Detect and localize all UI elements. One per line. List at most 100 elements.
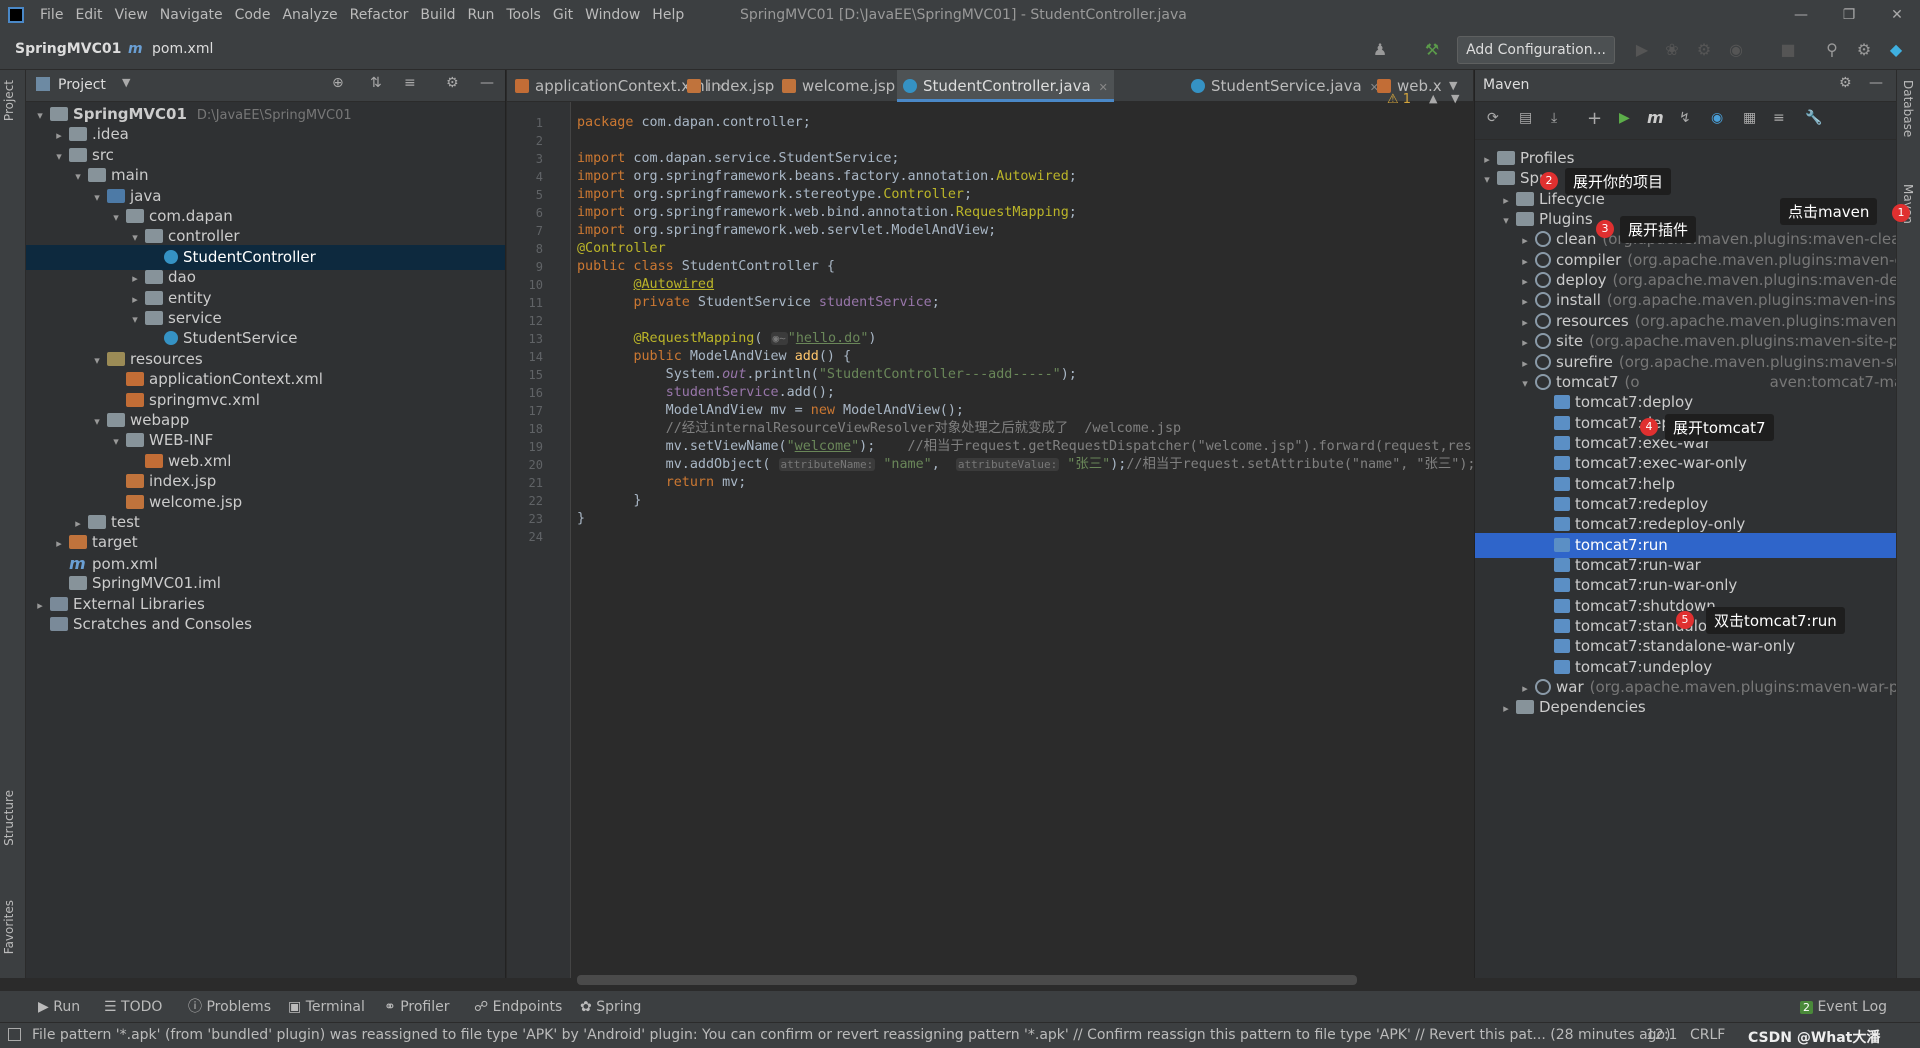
code-line[interactable]: package com.dapan.controller; — [577, 112, 811, 134]
add-configuration-button[interactable]: Add Configuration... — [1457, 36, 1615, 64]
profile-icon[interactable]: ◉ — [1724, 38, 1748, 62]
build-hammer-icon[interactable]: ⚒ — [1420, 38, 1444, 62]
menu-edit[interactable]: Edit — [69, 0, 108, 30]
gear-icon[interactable]: ⚙ — [446, 75, 459, 91]
breadcrumb-file[interactable]: pom.xml — [152, 41, 213, 57]
toggle-offline-icon[interactable]: ↯ — [1679, 110, 1691, 126]
hide-icon[interactable]: — — [480, 75, 494, 91]
line-number: 7 — [535, 224, 543, 238]
add-icon[interactable]: + — [1587, 108, 1602, 129]
status-toggle-icon[interactable] — [8, 1028, 21, 1041]
tab-welcome-jsp[interactable]: welcome.jsp✕ — [782, 70, 912, 102]
collapse-all-icon[interactable]: ≡ — [404, 75, 416, 91]
coverage-icon[interactable]: ⚙ — [1692, 38, 1716, 62]
debug-icon[interactable]: ❀ — [1660, 38, 1684, 62]
editor-tabs: applicationContext.xml ✕ index.jsp✕ welco… — [507, 70, 1473, 102]
menu-help[interactable]: Help — [646, 0, 690, 30]
menu-git[interactable]: Git — [547, 0, 579, 30]
next-highlight-icon[interactable]: ▼ — [1451, 92, 1459, 105]
maven-item-coordinates: (org.apache.maven.plugins:maven-deplo — [1612, 271, 1898, 290]
expand-all-icon[interactable]: ⇅ — [370, 75, 382, 91]
settings-gear-icon[interactable]: ⚙ — [1852, 38, 1876, 62]
caret-position[interactable]: 12:1 — [1646, 1027, 1677, 1043]
add-folder-icon[interactable]: ▤ — [1519, 110, 1532, 126]
show-dependencies-icon[interactable]: ▦ — [1743, 110, 1756, 126]
collapse-all-icon[interactable]: ≡ — [1773, 110, 1785, 126]
collapsed-arrow-icon[interactable]: ▸ — [1500, 696, 1512, 720]
maven-item-coordinates: (org.apache.maven.plugins:maven-reso — [1634, 311, 1897, 330]
run-maven-icon[interactable]: ▶ — [1619, 110, 1630, 126]
gear-icon[interactable]: ⚙ — [1839, 75, 1852, 91]
download-icon[interactable]: ⤓ — [1551, 110, 1557, 126]
stop-icon[interactable]: ■ — [1776, 38, 1800, 62]
problems-tool-tab[interactable]: ⓘ Problems — [188, 991, 271, 1023]
code-line[interactable]: } — [577, 490, 641, 512]
run-tool-tab[interactable]: ▶ Run — [38, 991, 80, 1023]
line-number: 12 — [528, 314, 543, 328]
tab-label: StudentController.java — [923, 77, 1091, 95]
event-log-tool-tab[interactable]: 2 Event Log — [1800, 991, 1887, 1024]
breadcrumb-project[interactable]: SpringMVC01 — [15, 41, 121, 57]
tab-studentservice-java[interactable]: StudentService.java ✕ — [1191, 70, 1379, 102]
skip-tests-icon[interactable]: ◉ — [1711, 110, 1723, 126]
toolbox-icon[interactable]: ◆ — [1884, 38, 1908, 62]
maven-item-coordinates-tail: aven:tomcat7-ma — [1769, 372, 1897, 391]
structure-tool-tab[interactable]: Structure — [2, 790, 16, 846]
maven-item-coordinates: (org.apache.maven.plugins:maven-install — [1606, 291, 1897, 310]
run-icon[interactable]: ▶ — [1630, 38, 1654, 62]
code-line[interactable]: private StudentService studentService; — [577, 292, 939, 314]
code-line[interactable]: } — [577, 508, 585, 530]
favorites-tool-tab[interactable]: Favorites — [2, 900, 16, 954]
project-panel-title[interactable]: Project — [58, 77, 106, 93]
tree-item-label: web.xml — [168, 451, 232, 470]
plugin-gear-icon — [1535, 679, 1551, 696]
tab-index-jsp[interactable]: index.jsp✕ — [687, 70, 792, 102]
locate-icon[interactable]: ⊕ — [332, 75, 344, 91]
status-message[interactable]: File pattern '*.apk' (from 'bundled' plu… — [32, 1027, 1671, 1043]
hide-icon[interactable]: — — [1869, 75, 1883, 91]
line-number: 8 — [535, 242, 543, 256]
search-icon[interactable]: ⚲ — [1820, 38, 1844, 62]
maven-item-label: tomcat7:standalone-war-only — [1575, 637, 1796, 656]
close-icon[interactable]: ✕ — [1874, 0, 1920, 30]
restore-icon[interactable]: ❐ — [1826, 0, 1872, 30]
spring-tool-tab[interactable]: ✿ Spring — [580, 991, 641, 1023]
tree-item-scratches-and-consoles[interactable]: Scratches and Consoles — [26, 612, 505, 637]
folder-icon — [69, 535, 87, 550]
project-panel: Project ▼ ⊕ ⇅ ≡ ⚙ — ▾ SpringMVC01 D:\JavaE… — [26, 70, 506, 978]
menu-view[interactable]: View — [109, 0, 154, 30]
user-icon[interactable]: ♟ — [1368, 38, 1392, 62]
minimize-icon[interactable]: — — [1778, 0, 1824, 30]
project-tool-tab[interactable]: Project — [2, 80, 16, 121]
menu-refactor[interactable]: Refactor — [344, 0, 415, 30]
execute-goal-icon[interactable]: m — [1647, 108, 1664, 127]
line-separator[interactable]: CRLF — [1690, 1027, 1725, 1043]
menu-run[interactable]: Run — [462, 0, 501, 30]
line-number: 10 — [528, 278, 543, 292]
menu-tools[interactable]: Tools — [500, 0, 547, 30]
profiler-tool-tab[interactable]: ⚭ Profiler — [384, 991, 449, 1023]
menu-window[interactable]: Window — [579, 0, 646, 30]
previous-highlight-icon[interactable]: ▲ — [1429, 92, 1437, 105]
menu-build[interactable]: Build — [414, 0, 461, 30]
todo-tool-tab[interactable]: ☰ TODO — [104, 991, 162, 1023]
maven-tree-item[interactable]: ▸ Dependencies — [1475, 695, 1897, 720]
reload-icon[interactable]: ⟳ — [1487, 110, 1499, 126]
terminal-tool-tab[interactable]: ▣ Terminal — [288, 991, 365, 1023]
endpoints-tool-tab[interactable]: ☍ Endpoints — [474, 991, 562, 1023]
menu-analyze[interactable]: Analyze — [276, 0, 343, 30]
menu-navigate[interactable]: Navigate — [154, 0, 229, 30]
wrench-icon[interactable]: 🔧 — [1805, 110, 1822, 126]
menu-file[interactable]: File — [34, 0, 69, 30]
chevron-down-icon[interactable]: ▼ — [122, 76, 130, 89]
tab-studentcontroller-java[interactable]: StudentController.java ✕ — [897, 70, 1114, 102]
menu-code[interactable]: Code — [229, 0, 277, 30]
maven-item-label: tomcat7:run-war-only — [1575, 576, 1738, 595]
maven-item-label: tomcat7:undeploy — [1575, 657, 1713, 676]
line-number: 11 — [528, 296, 543, 310]
warning-indicator[interactable]: ⚠ 1 — [1387, 92, 1411, 107]
maven-item-label: site — [1556, 332, 1584, 351]
database-tool-tab[interactable]: Database — [1901, 80, 1915, 137]
close-tab-icon[interactable]: ✕ — [1099, 81, 1108, 94]
horizontal-scrollbar[interactable] — [577, 975, 1357, 985]
